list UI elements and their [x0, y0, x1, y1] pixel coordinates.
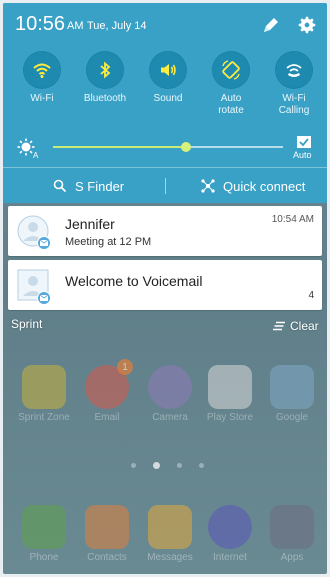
dock-messages: Messages	[140, 505, 200, 563]
notification-count: 4	[308, 290, 314, 301]
toggle-label: Wi-Fi Calling	[278, 93, 310, 116]
app-label: Contacts	[87, 552, 127, 563]
s-finder-label: S Finder	[75, 178, 125, 194]
auto-brightness-checkbox[interactable]	[297, 136, 311, 148]
app-label: Camera	[152, 412, 188, 423]
date-label: Tue, July 14	[87, 20, 147, 32]
toggle-sound[interactable]: Sound	[137, 51, 199, 127]
dock-phone: Phone	[14, 505, 74, 563]
gear-icon[interactable]	[296, 14, 318, 36]
toggle-label: Bluetooth	[83, 93, 127, 104]
app-label: Sprint Zone	[18, 412, 70, 423]
google-folder-icon	[270, 365, 314, 409]
app-label: Play Store	[206, 412, 254, 423]
message-badge	[37, 291, 51, 305]
app-camera: Camera	[140, 365, 200, 423]
contacts-icon	[85, 505, 129, 549]
notification-title: Welcome to Voicemail	[65, 273, 203, 289]
brightness-icon: A	[17, 138, 39, 159]
toggle-wifi-calling[interactable]: Wi-Fi Calling	[263, 51, 325, 127]
contact-avatar	[17, 215, 51, 250]
edit-icon[interactable]	[261, 15, 281, 35]
toggle-auto-rotate[interactable]: Auto rotate	[200, 51, 262, 127]
brightness-slider-thumb[interactable]	[181, 142, 192, 152]
home-screen-background: Sprint Zone Email 1 Camera Play Store Go…	[3, 333, 327, 574]
bluetooth-icon	[100, 61, 111, 79]
finder-bar: S Finder Quick connect	[3, 167, 327, 203]
mail-icon	[40, 240, 48, 246]
notification-title: Jennifer	[65, 216, 115, 232]
finder-divider	[165, 178, 166, 194]
app-label: Apps	[280, 552, 304, 563]
quick-connect-button[interactable]: Quick connect	[201, 177, 305, 195]
clear-button[interactable]: Clear	[273, 319, 319, 333]
page-indicator-dot-active	[153, 462, 160, 469]
internet-icon	[208, 505, 252, 549]
messages-icon	[148, 505, 192, 549]
auto-brightness-label: Auto	[293, 150, 312, 160]
toggle-label: Sound	[153, 93, 183, 104]
notification-subtitle: Meeting at 12 PM	[65, 236, 152, 248]
sprint-zone-icon	[22, 365, 66, 409]
clock-time: 10:56	[15, 13, 66, 35]
quick-settings-panel: 10:56 AM Tue, July 14 Wi-Fi Bluetooth So…	[3, 3, 327, 167]
dock-apps: Apps	[262, 505, 322, 563]
app-label: Google	[275, 412, 309, 423]
phone-screen: 10:56 AM Tue, July 14 Wi-Fi Bluetooth So…	[3, 3, 327, 574]
sound-icon	[161, 64, 176, 76]
toggle-bluetooth[interactable]: Bluetooth	[74, 51, 136, 127]
quick-connect-icon	[201, 179, 215, 193]
phone-icon	[22, 505, 66, 549]
app-label: Internet	[213, 552, 247, 563]
notification-voicemail[interactable]: Welcome to Voicemail 4	[8, 260, 322, 310]
app-play-store: Play Store	[200, 365, 260, 423]
wifi-calling-icon	[286, 64, 302, 77]
toggle-label: Wi-Fi	[30, 93, 54, 104]
app-google-folder: Google	[262, 365, 322, 423]
apps-icon	[270, 505, 314, 549]
app-label: Messages	[147, 552, 193, 563]
toggle-label: Auto rotate	[218, 93, 244, 116]
clear-all-icon	[273, 321, 285, 331]
email-badge: 1	[117, 359, 133, 375]
search-icon	[53, 179, 67, 193]
status-row: 10:56 AM Tue, July 14	[3, 3, 327, 43]
quick-connect-label: Quick connect	[223, 178, 306, 194]
clear-label: Clear	[290, 319, 319, 333]
page-indicator-dot	[199, 463, 204, 468]
wifi-icon	[33, 63, 51, 78]
notification-jennifer[interactable]: Jennifer Meeting at 12 PM 10:54 AM	[8, 206, 322, 256]
app-sprint-zone: Sprint Zone	[14, 365, 74, 423]
auto-rotate-icon	[222, 60, 240, 80]
carrier-label: Sprint	[11, 317, 43, 331]
s-finder-button[interactable]: S Finder	[53, 177, 124, 195]
page-indicator-dot	[131, 463, 136, 468]
notification-time: 10:54 AM	[271, 214, 314, 225]
app-email: Email 1	[77, 359, 137, 423]
play-store-icon	[208, 365, 252, 409]
toggle-wifi[interactable]: Wi-Fi	[11, 51, 73, 127]
app-label: Phone	[29, 552, 59, 563]
svg-text:A: A	[33, 151, 39, 159]
dock-contacts: Contacts	[77, 505, 137, 563]
clock-ampm: AM	[67, 20, 84, 32]
voicemail-avatar	[17, 269, 51, 305]
message-badge	[37, 236, 51, 250]
camera-icon	[148, 365, 192, 409]
app-label: Email	[94, 412, 120, 423]
mail-icon	[40, 295, 48, 301]
dock-internet: Internet	[200, 505, 260, 563]
brightness-slider[interactable]	[53, 146, 187, 148]
brightness-slider-rest	[186, 146, 283, 148]
page-indicator-dot	[177, 463, 182, 468]
